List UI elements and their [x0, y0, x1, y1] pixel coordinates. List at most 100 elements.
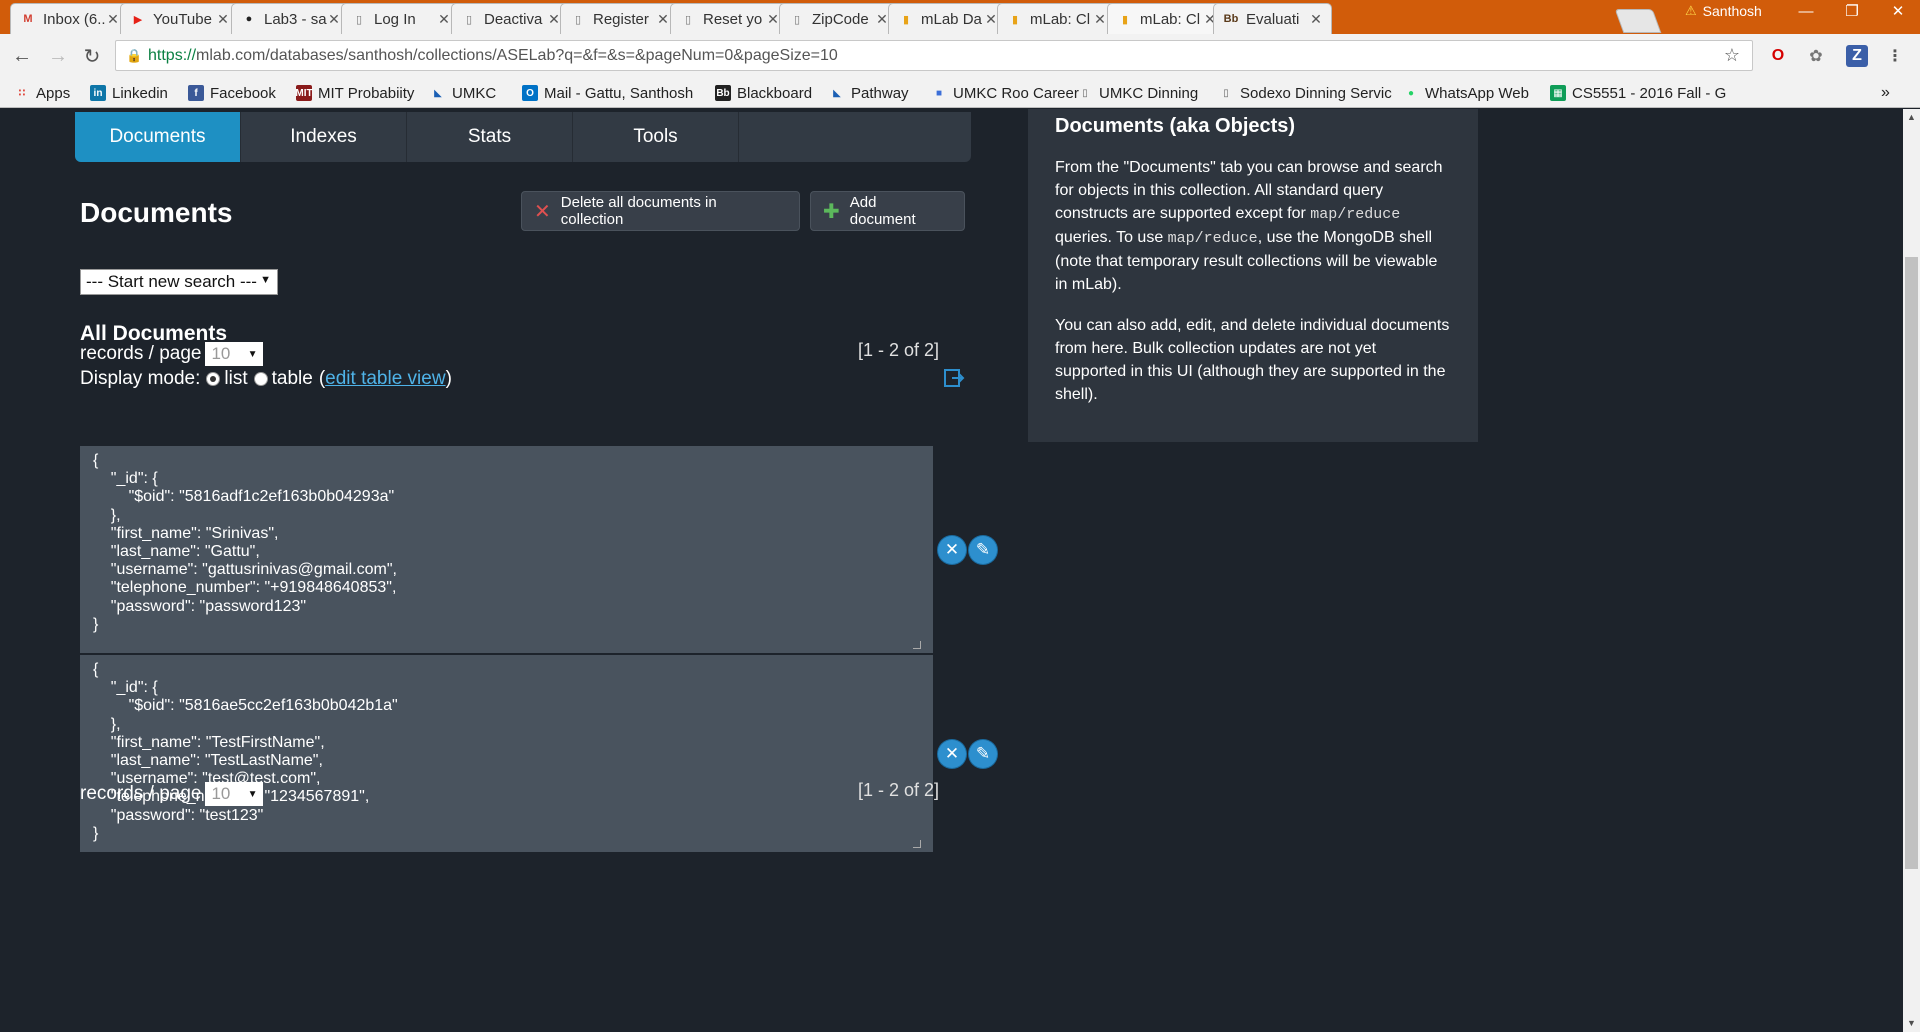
bookmark-item[interactable]: ◣ Pathway — [829, 82, 908, 104]
page-title: Documents — [80, 197, 233, 228]
browser-tab[interactable]: ▶ YouTube ✕ — [120, 3, 239, 34]
browser-tab[interactable]: ▯ Log In ✕ — [341, 3, 460, 34]
bookmark-label: Sodexo Dinning Servic — [1240, 84, 1392, 102]
page-scrollbar[interactable]: ▲ ▼ — [1903, 109, 1920, 1032]
tab-indexes[interactable]: Indexes — [241, 112, 407, 162]
forward-button[interactable]: → — [44, 42, 72, 70]
browser-tab[interactable]: ▮ mLab: Cl ✕ — [1107, 3, 1226, 34]
bookmark-item[interactable]: ● WhatsApp Web — [1403, 82, 1529, 104]
document-card[interactable]: { "_id": { "$oid": "5816ae5cc2ef163b0b04… — [80, 655, 933, 852]
records-per-page-select[interactable]: 10 ▼ — [205, 342, 264, 366]
edit-document-button[interactable]: ✎ — [969, 739, 997, 768]
bookmarks-overflow-button[interactable]: » — [1881, 82, 1890, 104]
close-window-button[interactable]: ✕ — [1875, 0, 1920, 22]
resize-handle[interactable] — [913, 641, 921, 649]
browser-tab[interactable]: ▮ mLab: Cl ✕ — [997, 3, 1116, 34]
edit-document-button[interactable]: ✎ — [969, 535, 997, 564]
tab-title: mLab Da — [921, 10, 982, 28]
profile-button[interactable]: ⚠ Santhosh — [1685, 0, 1793, 22]
sheets-icon: ▦ — [1550, 85, 1566, 101]
list-mode-radio[interactable] — [206, 372, 221, 386]
tab-close-icon[interactable]: ✕ — [547, 11, 561, 28]
puzzle-extension-icon[interactable]: ✿ — [1805, 45, 1827, 67]
tab-close-icon[interactable]: ✕ — [106, 11, 120, 28]
browser-tab[interactable]: ▮ mLab Da ✕ — [888, 3, 1007, 34]
resize-handle[interactable] — [913, 840, 921, 848]
browser-tab[interactable]: ▯ Deactiva ✕ — [451, 3, 570, 34]
tab-close-icon[interactable]: ✕ — [327, 11, 341, 28]
browser-tab[interactable]: ● Lab3 - sa ✕ — [231, 3, 350, 34]
tab-close-icon[interactable]: ✕ — [875, 11, 889, 28]
tab-close-icon[interactable]: ✕ — [766, 11, 780, 28]
tab-title: Evaluati — [1246, 10, 1300, 28]
bookmark-label: Blackboard — [737, 84, 813, 102]
edit-table-view-link[interactable]: edit table view — [325, 368, 445, 390]
delete-all-documents-button[interactable]: ✕ Delete all documents in collection — [521, 191, 800, 231]
opera-extension-icon[interactable]: O — [1767, 45, 1789, 67]
bookmark-item[interactable]: ▯ UMKC Dinning — [1077, 82, 1198, 104]
tab-close-icon[interactable]: ✕ — [984, 11, 998, 28]
github-icon: ● — [245, 13, 253, 25]
records-per-page-select[interactable]: 10 ▼ — [205, 782, 264, 806]
gmail-icon: M — [23, 13, 33, 25]
tab-close-icon[interactable]: ✕ — [656, 11, 670, 28]
bookmark-item[interactable]: ▯ Sodexo Dinning Servic — [1218, 82, 1392, 104]
tab-close-icon[interactable]: ✕ — [216, 11, 230, 28]
bookmark-item[interactable]: ■ UMKC Roo Career — [931, 82, 1079, 104]
help-code: map/reduce — [1310, 206, 1401, 223]
scroll-up-icon[interactable]: ▲ — [1903, 109, 1920, 126]
edit-table-view-suffix: ) — [445, 368, 452, 389]
bookmark-item[interactable]: ▦ CS5551 - 2016 Fall - G — [1550, 82, 1726, 104]
browser-tab[interactable]: M Inbox (6... ✕ — [10, 3, 129, 34]
maximize-button[interactable]: ❐ — [1829, 0, 1875, 22]
help-panel: Documents (aka Objects) From the "Docume… — [1028, 109, 1478, 442]
delete-document-button[interactable]: ✕ — [938, 535, 966, 564]
browser-tab[interactable]: ▯ Register ✕ — [560, 3, 679, 34]
tab-tools[interactable]: Tools — [573, 112, 739, 162]
chrome-menu-icon[interactable]: ⋮ — [1884, 45, 1906, 67]
browser-tab[interactable]: Bb Evaluati ✕ — [1213, 3, 1332, 34]
minimize-button[interactable]: — — [1783, 0, 1829, 22]
bookmark-item[interactable]: O Mail - Gattu, Santhosh — [522, 82, 693, 104]
mlab-icon: ▮ — [902, 13, 910, 26]
search-select-value: --- Start new search --- — [86, 272, 257, 291]
scroll-down-icon[interactable]: ▼ — [1903, 1015, 1920, 1032]
document-card[interactable]: { "_id": { "$oid": "5816adf1c2ef163b0b04… — [80, 446, 933, 653]
table-mode-radio[interactable] — [253, 372, 268, 386]
back-button[interactable]: ← — [8, 42, 36, 70]
search-select[interactable]: --- Start new search --- ▼ — [80, 269, 278, 295]
scrollbar-thumb[interactable] — [1905, 257, 1918, 869]
address-bar[interactable]: 🔒 https://mlab.com/databases/santhosh/co… — [115, 40, 1753, 71]
export-icon[interactable] — [943, 367, 965, 389]
bookmark-item[interactable]: in Linkedin — [90, 82, 168, 104]
z-extension-icon[interactable]: Z — [1846, 45, 1868, 67]
browser-tab[interactable]: ▯ Reset yo ✕ — [670, 3, 789, 34]
help-paragraph-2: You can also add, edit, and delete indiv… — [1055, 317, 1450, 403]
add-document-button[interactable]: ✚ Add document — [810, 191, 965, 231]
tab-close-icon[interactable]: ✕ — [1093, 11, 1107, 28]
mlab-page: Documents Indexes Stats Tools Documents ✕ D… — [0, 109, 1903, 1032]
range-text-top: [1 - 2 of 2] — [858, 340, 940, 360]
list-mode-label: list — [224, 368, 248, 389]
bookmark-item[interactable]: ∷ Apps — [14, 82, 71, 104]
tab-stats[interactable]: Stats — [407, 112, 573, 162]
bookmark-item[interactable]: ◣ UMKC — [430, 82, 496, 104]
tab-title: Log In — [374, 10, 416, 28]
bookmark-label: Linkedin — [112, 84, 168, 102]
tab-title: mLab: Cl — [1140, 10, 1201, 28]
new-tab-button[interactable] — [1614, 9, 1662, 33]
bookmark-star-icon[interactable]: ☆ — [1724, 45, 1740, 66]
tab-close-icon[interactable]: ✕ — [1309, 11, 1323, 28]
profile-name: Santhosh — [1702, 3, 1762, 19]
youtube-icon: ▶ — [133, 13, 143, 26]
reload-button[interactable]: ↻ — [78, 42, 106, 70]
delete-document-button[interactable]: ✕ — [938, 739, 966, 768]
bookmark-item[interactable]: MIT MIT Probabiity — [295, 82, 414, 104]
browser-toolbar: ← → ↻ 🔒 https://mlab.com/databases/santh… — [0, 34, 1920, 78]
browser-tab[interactable]: ▯ ZipCode ✕ — [779, 3, 898, 34]
tab-close-icon[interactable]: ✕ — [437, 11, 451, 28]
tab-documents[interactable]: Documents — [75, 112, 241, 162]
bookmark-item[interactable]: Bb Blackboard — [715, 82, 812, 104]
dropdown-arrow-icon: ▼ — [247, 348, 258, 360]
bookmark-item[interactable]: f Facebook — [188, 82, 276, 104]
